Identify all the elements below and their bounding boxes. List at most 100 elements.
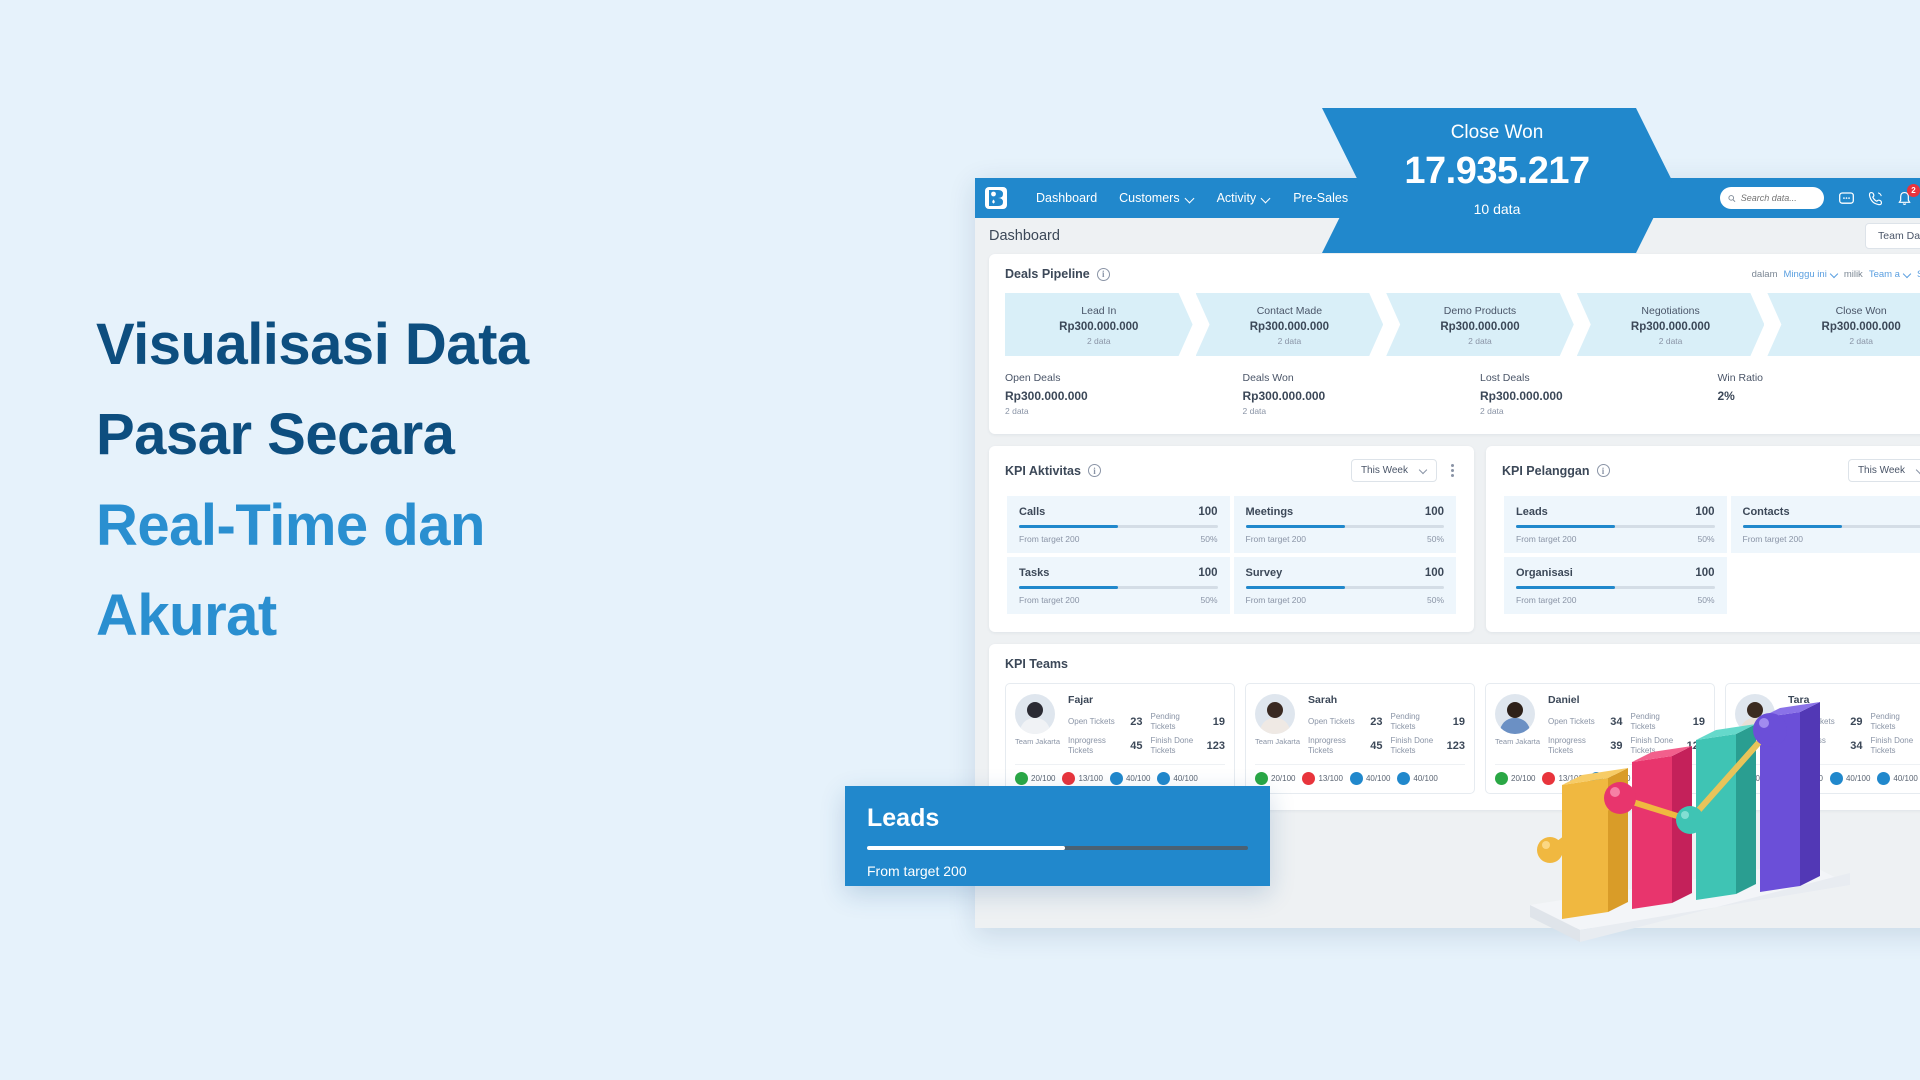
summary-label: Lost Deals (1480, 372, 1530, 384)
info-icon[interactable]: i (1596, 464, 1610, 477)
stat-finish-done-tickets: Finish Done Tickets 123 (1391, 736, 1465, 756)
stage-amount: Rp300.000.000 (1630, 321, 1711, 333)
kpi-pelanggan-title-group: KPI Pelanggan i (1502, 464, 1610, 478)
stage-count: 2 data (1277, 336, 1302, 346)
kpi-item-tasks[interactable]: Tasks 100 From target 200 50% (1005, 555, 1232, 616)
pipeline-stage[interactable]: Close Won Rp300.000.000 2 data (1767, 293, 1920, 356)
bridgenet-logo-icon[interactable] (985, 187, 1007, 209)
close-won-banner: Close Won 17.935.217 10 data (1322, 108, 1672, 253)
chevron-down-icon (1262, 194, 1271, 203)
kpi-aktivitas-menu-icon[interactable] (1447, 462, 1458, 479)
stat-value: 123 (1206, 740, 1225, 752)
kpi-item-leads[interactable]: Leads 100 From target 200 50% (1502, 494, 1729, 555)
bell-icon[interactable]: 2 (1896, 183, 1920, 207)
kpi-progress-bar (1516, 525, 1715, 528)
stat-label: Inprogress Tickets (1068, 736, 1106, 755)
chart-node-yellow (1537, 837, 1563, 863)
stat-value: 45 (1130, 740, 1143, 752)
kpi-value: 100 (1198, 506, 1218, 518)
stage-name: Negotiations (1641, 305, 1700, 317)
chip-blue-2: 40/100 (1397, 772, 1438, 785)
deals-pipeline-card: Deals Pipeline i dalam Minggu ini milik … (989, 254, 1920, 434)
kpi-pelanggan-card: KPI Pelanggan i This Week Leads 100 From… (1486, 446, 1920, 632)
kpi-value: 100 (1695, 506, 1715, 518)
filter-team-select[interactable]: Team a (1869, 269, 1911, 280)
kpi-percent: 50% (1697, 534, 1715, 544)
pipeline-stage[interactable]: Lead In Rp300.000.000 2 data (1005, 293, 1193, 356)
chip-text: 40/100 (1365, 774, 1391, 783)
stat-label: Inprogress Tickets (1308, 736, 1346, 755)
summary-value: Rp300.000.000 (1480, 389, 1563, 403)
kpi-value: 100 (1424, 567, 1444, 579)
kpi-pelanggan-header: KPI Pelanggan i This Week (1486, 446, 1920, 490)
kpi-target: From target 200 (1245, 534, 1306, 544)
stat-finish-done-tickets: Finish Done Tickets 123 (1151, 736, 1225, 756)
summary-open-deals: Open Deals Rp300.000.000 2 data (1005, 372, 1243, 416)
clipboard-icon (1397, 772, 1411, 785)
nav-item-dashboard[interactable]: Dashboard (1025, 191, 1108, 205)
deals-pipeline-header: Deals Pipeline i dalam Minggu ini milik … (989, 254, 1920, 289)
kpi-item-organisasi[interactable]: Organisasi 100 From target 200 50% (1502, 555, 1729, 616)
stat-value: 123 (1446, 740, 1465, 752)
chip-text: 40/100 (1413, 774, 1438, 783)
person-check-icon (1495, 772, 1508, 785)
nav-item-activity[interactable]: Activity (1206, 191, 1283, 205)
team-dashboard-button[interactable]: Team Dashboard (1865, 223, 1920, 249)
banner-subtitle: 10 data (1473, 201, 1521, 217)
navbar-icons: 2 Off (1838, 183, 1920, 207)
kpi-aktivitas-title-group: KPI Aktivitas i (1005, 464, 1101, 478)
chip-text: 40/100 (1125, 774, 1151, 783)
chevron-down-icon (1420, 467, 1427, 474)
building-icon (1349, 772, 1363, 785)
chip-blue-2: 40/100 (1157, 772, 1198, 785)
kpi-item-contacts[interactable]: Contacts100 From target 20050% (1728, 494, 1920, 555)
kpi-aktivitas-card: KPI Aktivitas i This Week Calls 100 From… (989, 446, 1474, 632)
pipeline-stage[interactable]: Contact Made Rp300.000.000 2 data (1196, 293, 1384, 356)
stage-count: 2 data (1658, 336, 1683, 346)
filter-team-value: Team a (1868, 268, 1900, 280)
team-member-card[interactable]: Team Jakarta Fajar Open Tickets 23 Pendin… (1005, 683, 1235, 794)
person-check-icon (1015, 772, 1028, 785)
summary-lost-deals: Lost Deals Rp300.000.000 2 data (1480, 372, 1718, 416)
kpi-percent: 50% (1200, 534, 1218, 544)
chip-text: 20/100 (1031, 774, 1056, 783)
deals-pipeline-title-group: Deals Pipeline i (1005, 267, 1110, 281)
kpi-progress-bar (1245, 525, 1444, 528)
kpi-name: Organisasi (1516, 567, 1573, 579)
search-box[interactable] (1720, 187, 1824, 209)
kpi-progress-bar (1516, 586, 1715, 589)
chip-green: 20/100 (1015, 772, 1055, 785)
nav-item-label: Customers (1119, 191, 1180, 205)
filter-period-select[interactable]: Minggu ini (1784, 269, 1838, 280)
kpi-item-calls[interactable]: Calls 100 From target 200 50% (1005, 494, 1232, 555)
summary-label: Open Deals (1005, 372, 1061, 384)
info-icon[interactable]: i (1087, 464, 1101, 477)
search-input[interactable] (1740, 193, 1816, 203)
phone-icon[interactable] (1867, 190, 1884, 207)
stat-inprogress-tickets: Inprogress Tickets 45 (1068, 736, 1142, 756)
pipeline-stage[interactable]: Demo Products Rp300.000.000 2 data (1386, 293, 1574, 356)
period-value: This Week (1857, 465, 1905, 476)
pipeline-stage[interactable]: Negotiations Rp300.000.000 2 data (1577, 293, 1765, 356)
chart-node-purple (1753, 713, 1787, 747)
kpi-item-meetings[interactable]: Meetings 100 From target 200 50% (1231, 494, 1458, 555)
info-icon[interactable]: i (1096, 267, 1110, 281)
chart-node-pink (1604, 782, 1636, 814)
stat-value: 45 (1370, 740, 1383, 752)
kpi-target: From target 200 (1516, 534, 1577, 544)
team-member-card[interactable]: Team Jakarta Sarah Open Tickets 23 Pendin… (1245, 683, 1475, 794)
person-check-icon (1255, 772, 1268, 785)
kpi-pelanggan-period-select[interactable]: This Week (1847, 459, 1920, 482)
kpi-item-empty (1728, 555, 1920, 616)
kpi-aktivitas-period-select[interactable]: This Week (1350, 459, 1437, 482)
chip-red: 13/100 (1302, 772, 1343, 785)
kpi-progress-bar (1019, 525, 1218, 528)
stat-label: Finish Done Tickets (1390, 736, 1434, 755)
chat-icon[interactable] (1838, 190, 1855, 207)
kpi-row: KPI Aktivitas i This Week Calls 100 From… (989, 446, 1920, 644)
kpi-percent: 50% (1426, 534, 1444, 544)
banner-value: 17.935.217 (1404, 150, 1590, 192)
nav-item-customers[interactable]: Customers (1108, 191, 1205, 205)
stage-count: 2 data (1086, 336, 1111, 346)
kpi-item-survey[interactable]: Survey 100 From target 200 50% (1231, 555, 1458, 616)
